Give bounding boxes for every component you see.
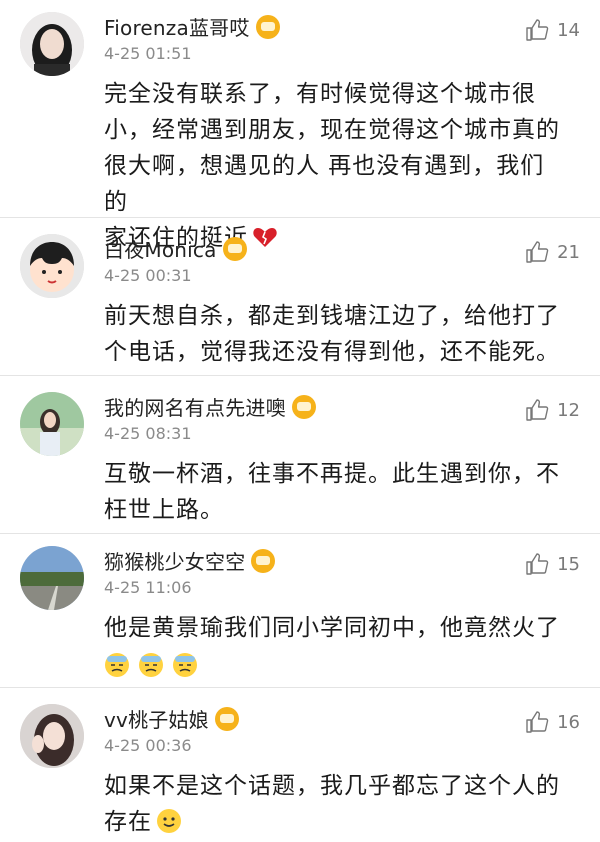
comment-line: 前天想自杀，都走到钱塘江边了，给他打了 [104, 303, 560, 329]
like-button[interactable]: 14 [525, 18, 580, 42]
comment-line: 他是黄景瑜我们同小学同初中，他竟然火了 [104, 615, 560, 641]
thumbs-up-icon [526, 711, 549, 733]
like-count: 14 [557, 19, 580, 41]
timestamp: 4-25 08:31 [104, 424, 192, 443]
comment-line: 很大啊，想遇见的人 再也没有遇到，我们的 [104, 153, 545, 215]
avatar[interactable] [20, 704, 84, 768]
username[interactable]: Fiorenza蓝哥哎 [104, 12, 250, 41]
avatar[interactable] [20, 546, 84, 610]
vip-crown-icon [214, 706, 239, 731]
comment-line: 互敬一杯酒，往事不再提。此生遇到你，不 [104, 461, 560, 487]
thumbs-up-icon [526, 241, 549, 263]
comment-line: 存在 [104, 809, 152, 835]
comment-line: 完全没有联系了，有时候觉得这个城市很 [104, 81, 536, 107]
like-count: 12 [557, 399, 580, 421]
like-button[interactable]: 16 [525, 710, 580, 734]
comment-text: 如果不是这个话题，我几乎都忘了这个人的 存在 [104, 768, 560, 840]
comment-text: 互敬一杯酒，往事不再提。此生遇到你，不 枉世上路。 [104, 456, 560, 528]
thumbs-up-icon [526, 399, 549, 421]
avatar[interactable] [20, 392, 84, 456]
timestamp: 4-25 11:06 [104, 578, 192, 597]
like-count: 16 [557, 711, 580, 733]
thumbs-up-icon [526, 553, 549, 575]
comment-text: 前天想自杀，都走到钱塘江边了，给他打了 个电话，觉得我还没有得到他，还不能死。 [104, 298, 560, 370]
comment-line: 如果不是这个话题，我几乎都忘了这个人的 [104, 773, 560, 799]
username[interactable]: 白夜Monica [104, 234, 217, 263]
vip-crown-icon [255, 14, 280, 39]
sweat-face-icon [104, 652, 130, 678]
like-button[interactable]: 15 [525, 552, 580, 576]
like-count: 15 [557, 553, 580, 575]
comment-item: Fiorenza蓝哥哎 4-25 01:51 14 完全没有联系了，有时候觉得这… [0, 0, 600, 251]
vip-crown-icon [222, 236, 247, 261]
comment-item: 猕猴桃少女空空 4-25 11:06 15 他是黄景瑜我们同小学同初中，他竟然火… [0, 534, 600, 688]
timestamp: 4-25 01:51 [104, 44, 192, 63]
sweat-face-icon [138, 652, 164, 678]
comment-text: 他是黄景瑜我们同小学同初中，他竟然火了 [104, 610, 560, 684]
like-button[interactable]: 12 [525, 398, 580, 422]
avatar[interactable] [20, 12, 84, 76]
timestamp: 4-25 00:31 [104, 266, 192, 285]
sweat-face-icon [172, 652, 198, 678]
vip-crown-icon [291, 394, 316, 419]
timestamp: 4-25 00:36 [104, 736, 192, 755]
avatar[interactable] [20, 234, 84, 298]
comment-line: 个电话，觉得我还没有得到他，还不能死。 [104, 339, 560, 365]
comment-line: 小，经常遇到朋友，现在觉得这个城市真的 [104, 117, 560, 143]
comment-item: vv桃子姑娘 4-25 00:36 16 如果不是这个话题，我几乎都忘了这个人的… [0, 688, 600, 842]
smile-face-icon [156, 808, 182, 834]
thumbs-up-icon [526, 19, 549, 41]
vip-crown-icon [251, 548, 276, 573]
username[interactable]: vv桃子姑娘 [104, 704, 209, 733]
comment-line: 枉世上路。 [104, 497, 224, 523]
like-button[interactable]: 21 [525, 240, 580, 264]
like-count: 21 [557, 241, 580, 263]
username[interactable]: 猕猴桃少女空空 [104, 546, 245, 575]
username[interactable]: 我的网名有点先进噢 [104, 392, 286, 421]
comment-item: 白夜Monica 4-25 00:31 21 前天想自杀，都走到钱塘江边了，给他… [0, 218, 600, 376]
comment-item: 我的网名有点先进噢 4-25 08:31 12 互敬一杯酒，往事不再提。此生遇到… [0, 376, 600, 534]
